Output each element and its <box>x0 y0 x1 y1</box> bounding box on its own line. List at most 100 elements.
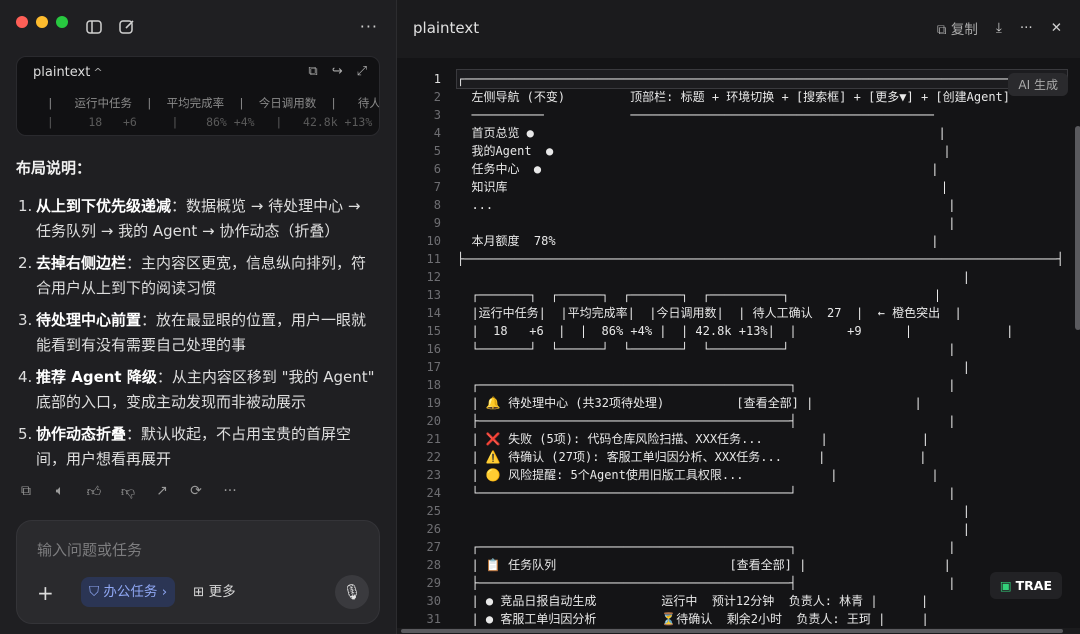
code-text: ┌───────────────────────────────────────… <box>457 540 956 554</box>
chat-input[interactable]: 输入问题或任务 <box>37 539 142 560</box>
chevron-right-icon: › <box>157 584 168 600</box>
code-text: ├───────────────────────────────────────… <box>457 252 1064 266</box>
copy-button[interactable]: ⧉ 复制 <box>937 18 978 38</box>
line-number: 7 <box>433 180 441 194</box>
line-number: 31 <box>426 612 441 626</box>
line-number: 21 <box>426 432 441 446</box>
copy-icon: ⧉ <box>936 22 951 38</box>
code-text: ┌───────────────────────────────────────… <box>456 69 1068 89</box>
more-tools-button[interactable]: ⊞ 更多 <box>193 577 236 607</box>
code-text: | 18 +6 | | 86% +4% | | 42.8k +13%| | +9… <box>457 324 1014 338</box>
code-text: ┌───────────────────────────────────────… <box>457 378 956 392</box>
share-icon[interactable]: ↗ <box>154 483 170 500</box>
speaker-icon[interactable]: 🔈︎ <box>52 483 68 500</box>
vertical-scrollbar[interactable] <box>1075 126 1080 330</box>
expand-icon[interactable]: ⤢ <box>357 64 367 79</box>
line-number: 23 <box>426 468 441 482</box>
code-text: | ⚠️ 待确认 (27项): 客服工单归因分析、XXX任务... | | <box>457 450 927 464</box>
line-number: 19 <box>426 396 441 410</box>
line-number: 10 <box>426 234 441 248</box>
line-number: 17 <box>426 360 441 374</box>
code-line: 13 ┌───────┐ ┌──────┐ ┌───────┐ ┌───────… <box>397 286 1080 304</box>
code-line: 11 ├─────────────────────────────────────… <box>397 250 1080 268</box>
microphone-button[interactable]: 🎙︎ <box>335 575 369 609</box>
office-task-chip[interactable]: ⛉ 办公任务 › <box>81 577 176 607</box>
code-text: | <box>457 504 970 518</box>
code-line: 15 | 18 +6 | | 86% +4% | | 42.8k +13%| |… <box>397 322 1080 340</box>
code-line: 14 |运行中任务| |平均完成率| |今日调用数| | 待人工确认 27 | … <box>397 304 1080 322</box>
line-number: 8 <box>433 198 441 212</box>
code-line: 9 | <box>397 214 1080 232</box>
line-number: 3 <box>433 108 441 122</box>
code-text: | <box>457 270 970 284</box>
minimize-window-button[interactable] <box>36 16 48 28</box>
layout-description-title: 布局说明： <box>16 159 92 177</box>
sidebar-toggle-icon[interactable] <box>85 18 103 36</box>
line-number: 16 <box>426 342 441 356</box>
code-lines: 1 ┌──────────────────────────────────────… <box>397 69 1080 634</box>
copy-icon[interactable]: ⧉ <box>18 483 34 500</box>
horizontal-scrollbar[interactable] <box>397 628 1080 634</box>
code-text: ┌───────┐ ┌──────┐ ┌───────┐ ┌──────────… <box>457 288 942 302</box>
trae-button[interactable]: ▣ TRAE <box>989 572 1062 599</box>
chevron-up-icon[interactable]: ^ <box>93 66 102 79</box>
code-line: 16 └───────┘ └──────┘ └───────┘ └───────… <box>397 340 1080 358</box>
chat-pane: ··· plaintext ^ ⧉ ↪ ⤢ | 运行中任务 | 平均完成率 | 今… <box>0 0 396 634</box>
close-window-button[interactable] <box>16 16 28 28</box>
add-attachment-button[interactable]: + <box>37 581 54 605</box>
code-block-line: | 18 +6 | 86% +4% | 42.8k +13% | <box>33 115 380 129</box>
code-line: 12 | <box>397 268 1080 286</box>
line-number: 13 <box>426 288 441 302</box>
thumbs-up-icon[interactable]: 👍︎ <box>86 483 102 500</box>
more-icon[interactable]: ··· <box>222 483 238 500</box>
line-number: 24 <box>426 486 441 500</box>
preview-toolbar: ⧉ 复制 ⤓ ··· ✕ <box>937 18 1062 38</box>
line-number: 1 <box>433 72 441 86</box>
code-block-line: | 运行中任务 | 平均完成率 | 今日调用数 | 待人工 <box>33 96 380 110</box>
code-text: | <box>457 522 970 536</box>
new-chat-icon[interactable] <box>118 18 136 36</box>
zoom-window-button[interactable] <box>56 16 68 28</box>
code-text: 任务中心 ● | <box>457 162 939 176</box>
code-line: 17 | <box>397 358 1080 376</box>
line-number: 25 <box>426 504 441 518</box>
code-editor[interactable]: 1 ┌──────────────────────────────────────… <box>397 58 1080 634</box>
code-text: └───────────────────────────────────────… <box>457 486 956 500</box>
code-text: | 📋 任务队列 [查看全部] | | <box>457 558 951 572</box>
grid-icon: ⊞ <box>193 584 209 600</box>
code-line: 31 | ● 客服工单归因分析 ⏳待确认 剩余2小时 负责人: 王珂 | | <box>397 610 1080 628</box>
redo-icon[interactable]: ↪ <box>332 64 343 79</box>
code-block-preview[interactable]: plaintext ^ ⧉ ↪ ⤢ | 运行中任务 | 平均完成率 | 今日调用数… <box>16 56 380 136</box>
code-block-language: plaintext <box>33 65 91 80</box>
code-line: 6 任务中心 ● | <box>397 160 1080 178</box>
code-block-header[interactable]: plaintext ^ <box>33 65 103 80</box>
thumbs-down-icon[interactable]: 👎︎ <box>120 483 136 500</box>
trae-logo-icon: ▣ <box>999 578 1012 593</box>
code-text: ├───────────────────────────────────────… <box>457 414 956 428</box>
code-text: └───────┘ └──────┘ └───────┘ └──────────… <box>457 342 956 356</box>
code-line: 21 | ❌ 失败 (5项): 代码仓库风险扫描、XXX任务... | | <box>397 430 1080 448</box>
layout-points-list: 1. 从上到下优先级递减：数据概览 → 待处理中心 → 任务队列 → 我的 Age… <box>18 194 380 479</box>
line-number: 22 <box>426 450 441 464</box>
download-icon[interactable]: ⤓ <box>996 20 1002 36</box>
scrollbar-thumb[interactable] <box>401 629 1063 633</box>
more-options-button[interactable]: ··· <box>360 17 378 36</box>
code-text: | ● 竞品日报自动生成 运行中 预计12分钟 负责人: 林青 | | <box>457 594 929 608</box>
line-number: 14 <box>426 306 441 320</box>
code-text: 首页总览 ● | <box>457 126 946 140</box>
regenerate-icon[interactable]: ⟳ <box>188 483 204 500</box>
line-number: 4 <box>433 126 441 140</box>
copy-icon[interactable]: ⧉ <box>308 64 317 79</box>
line-number: 27 <box>426 540 441 554</box>
code-line: 18 ┌────────────────────────────────────… <box>397 376 1080 394</box>
code-text: 知识库 | <box>457 180 949 194</box>
line-number: 6 <box>433 162 441 176</box>
line-number: 2 <box>433 90 441 104</box>
code-line: 30 | ● 竞品日报自动生成 运行中 预计12分钟 负责人: 林青 | | <box>397 592 1080 610</box>
code-line: 7 知识库 | <box>397 178 1080 196</box>
more-icon[interactable]: ··· <box>1020 20 1033 36</box>
chat-input-box[interactable]: 输入问题或任务 + ⛉ 办公任务 › ⊞ 更多 🎙︎ <box>16 520 380 624</box>
line-number: 30 <box>426 594 441 608</box>
line-number: 26 <box>426 522 441 536</box>
close-icon[interactable]: ✕ <box>1051 20 1062 36</box>
